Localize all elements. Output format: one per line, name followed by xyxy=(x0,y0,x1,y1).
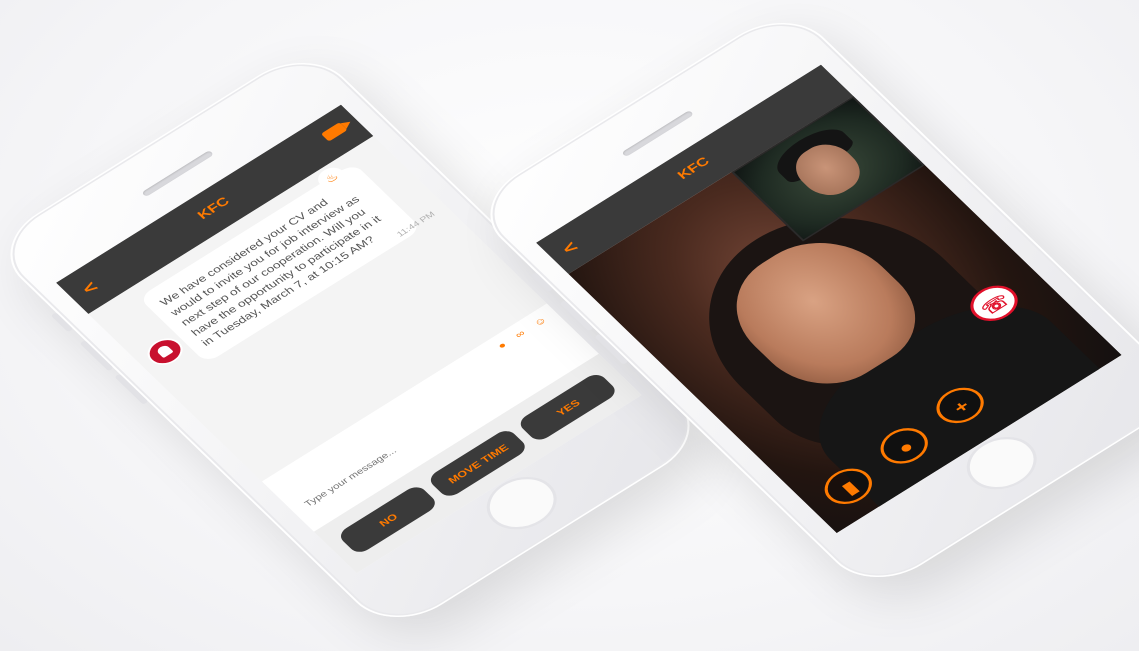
mockup-stage: < KFC We have considered your CV and wou… xyxy=(0,0,1139,651)
volume-up-button xyxy=(79,340,114,372)
emoji-icon[interactable]: ☺ xyxy=(531,314,549,328)
mic-icon[interactable]: ● xyxy=(495,339,509,351)
add-icon[interactable]: + xyxy=(927,380,993,431)
message-bubble: We have considered your CV and would to … xyxy=(138,162,423,364)
attach-icon[interactable]: ∞ xyxy=(512,328,527,340)
volume-down-button xyxy=(114,373,149,405)
mic-toggle-icon[interactable]: ● xyxy=(871,420,938,471)
mute-switch xyxy=(50,312,74,333)
video-toggle-icon[interactable]: ▮ xyxy=(815,461,882,512)
